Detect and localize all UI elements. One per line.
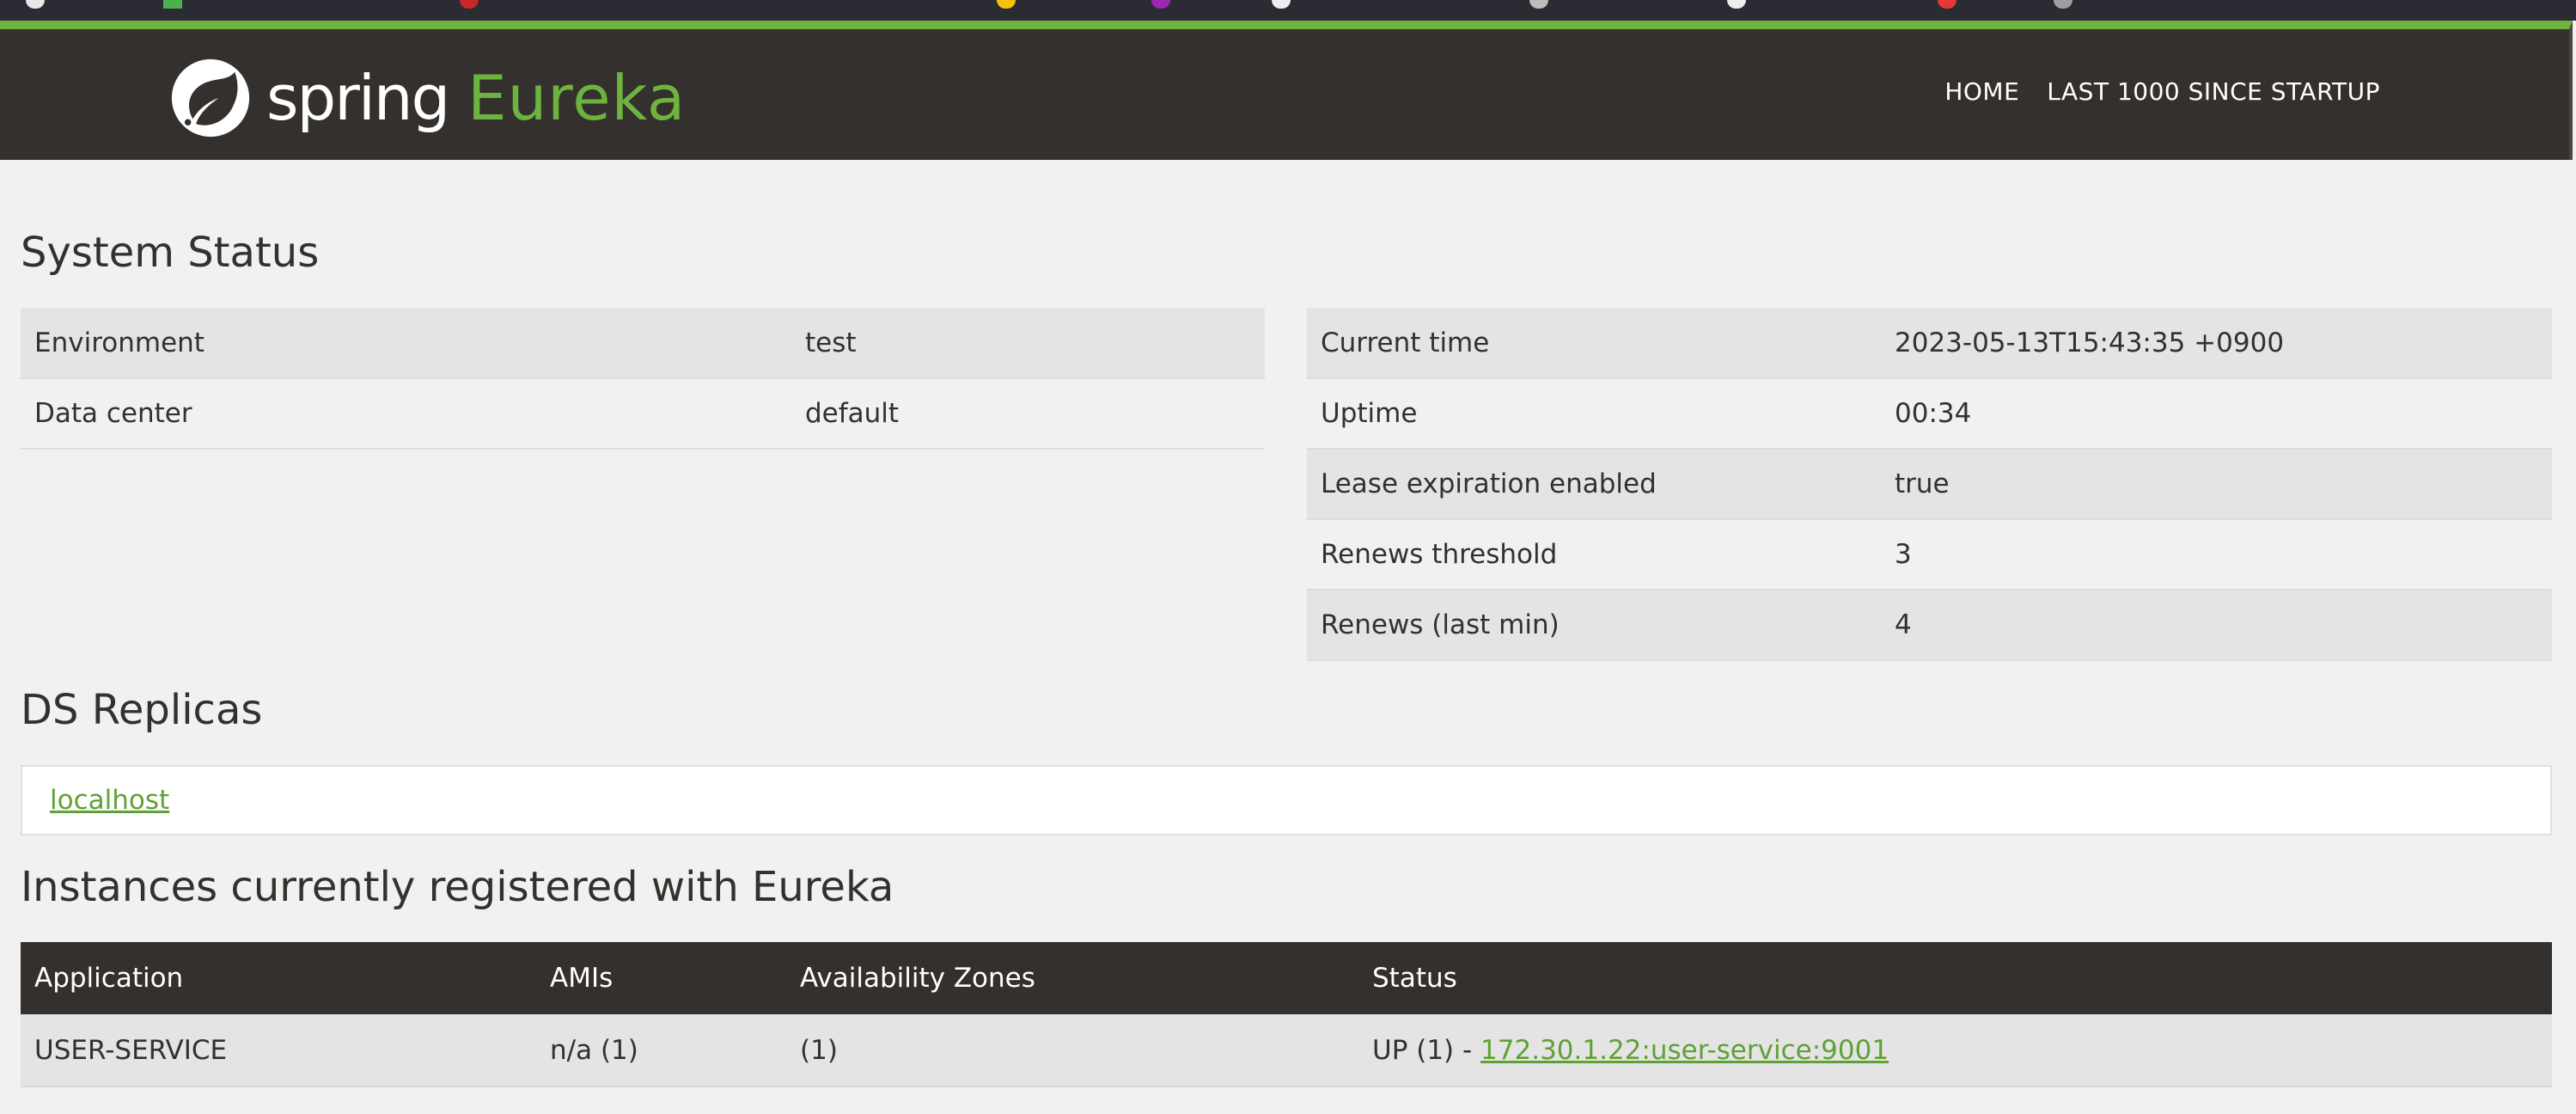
table-header-row: Application AMIs Availability Zones Stat… — [21, 942, 2552, 1014]
table-row: Renews (last min) 4 — [1307, 590, 2552, 661]
replica-link-localhost[interactable]: localhost — [50, 785, 169, 816]
status-value: 3 — [1881, 519, 2552, 591]
table-row: Renews threshold 3 — [1307, 519, 2552, 591]
ds-replicas-list: localhost — [21, 765, 2552, 836]
brand-logo[interactable]: spring Eureka — [170, 55, 686, 141]
brand-eureka-text: Eureka — [467, 62, 687, 134]
status-key: Renews (last min) — [1307, 590, 1881, 661]
status-value: 00:34 — [1881, 378, 2552, 450]
instances-title: Instances currently registered with Eure… — [21, 863, 894, 911]
tab-favicon — [460, 0, 479, 9]
system-status-left-table: Environment test Data center default — [21, 308, 1265, 450]
brand-spring-text: spring — [266, 62, 450, 134]
tab-favicon — [2054, 0, 2072, 9]
tab-favicon — [997, 0, 1016, 9]
tab-favicon — [1151, 0, 1170, 9]
status-key: Current time — [1307, 308, 1881, 379]
tab-favicon — [1272, 0, 1291, 9]
status-value: true — [1881, 449, 2552, 520]
column-header-amis: AMIs — [536, 942, 786, 1014]
status-text: UP (1) - — [1372, 1034, 1481, 1066]
column-header-availability-zones: Availability Zones — [786, 942, 1358, 1014]
nav-last-1000-link[interactable]: LAST 1000 SINCE STARTUP — [2047, 77, 2380, 106]
tab-favicon — [1938, 0, 1956, 9]
navbar: spring Eureka HOME LAST 1000 SINCE START… — [0, 21, 2573, 160]
system-status-right-table: Current time 2023-05-13T15:43:35 +0900 U… — [1307, 308, 2552, 661]
browser-tab-strip — [0, 0, 2576, 21]
application-cell: USER-SERVICE — [21, 1014, 536, 1087]
table-row: Current time 2023-05-13T15:43:35 +0900 — [1307, 308, 2552, 379]
tab-favicon — [1727, 0, 1746, 9]
status-cell: UP (1) - 172.30.1.22:user-service:9001 — [1358, 1014, 2552, 1087]
nav-links: HOME LAST 1000 SINCE STARTUP — [1944, 77, 2380, 106]
status-key: Lease expiration enabled — [1307, 449, 1881, 520]
system-status-title: System Status — [21, 229, 320, 277]
status-value: default — [791, 378, 1265, 450]
zones-cell: (1) — [786, 1014, 1358, 1087]
status-key: Uptime — [1307, 378, 1881, 450]
instances-table: Application AMIs Availability Zones Stat… — [21, 942, 2552, 1087]
status-value: test — [791, 308, 1265, 379]
status-key: Renews threshold — [1307, 519, 1881, 591]
spring-leaf-icon — [171, 58, 250, 138]
table-row: USER-SERVICE n/a (1) (1) UP (1) - 172.30… — [21, 1014, 2552, 1087]
table-row: Uptime 00:34 — [1307, 378, 2552, 450]
status-value: 4 — [1881, 590, 2552, 661]
tab-favicon — [163, 0, 182, 9]
nav-home-link[interactable]: HOME — [1944, 77, 2019, 106]
amis-cell: n/a (1) — [536, 1014, 786, 1087]
status-value: 2023-05-13T15:43:35 +0900 — [1881, 308, 2552, 379]
status-key: Data center — [21, 378, 791, 450]
status-key: Environment — [21, 308, 791, 379]
table-row: Data center default — [21, 378, 1265, 450]
tab-favicon — [1529, 0, 1548, 9]
ds-replicas-title: DS Replicas — [21, 686, 263, 734]
column-header-status: Status — [1358, 942, 2552, 1014]
table-row: Lease expiration enabled true — [1307, 449, 2552, 520]
table-row: Environment test — [21, 308, 1265, 379]
tab-favicon — [26, 0, 45, 9]
column-header-application: Application — [21, 942, 536, 1014]
instance-link[interactable]: 172.30.1.22:user-service:9001 — [1480, 1035, 1889, 1066]
